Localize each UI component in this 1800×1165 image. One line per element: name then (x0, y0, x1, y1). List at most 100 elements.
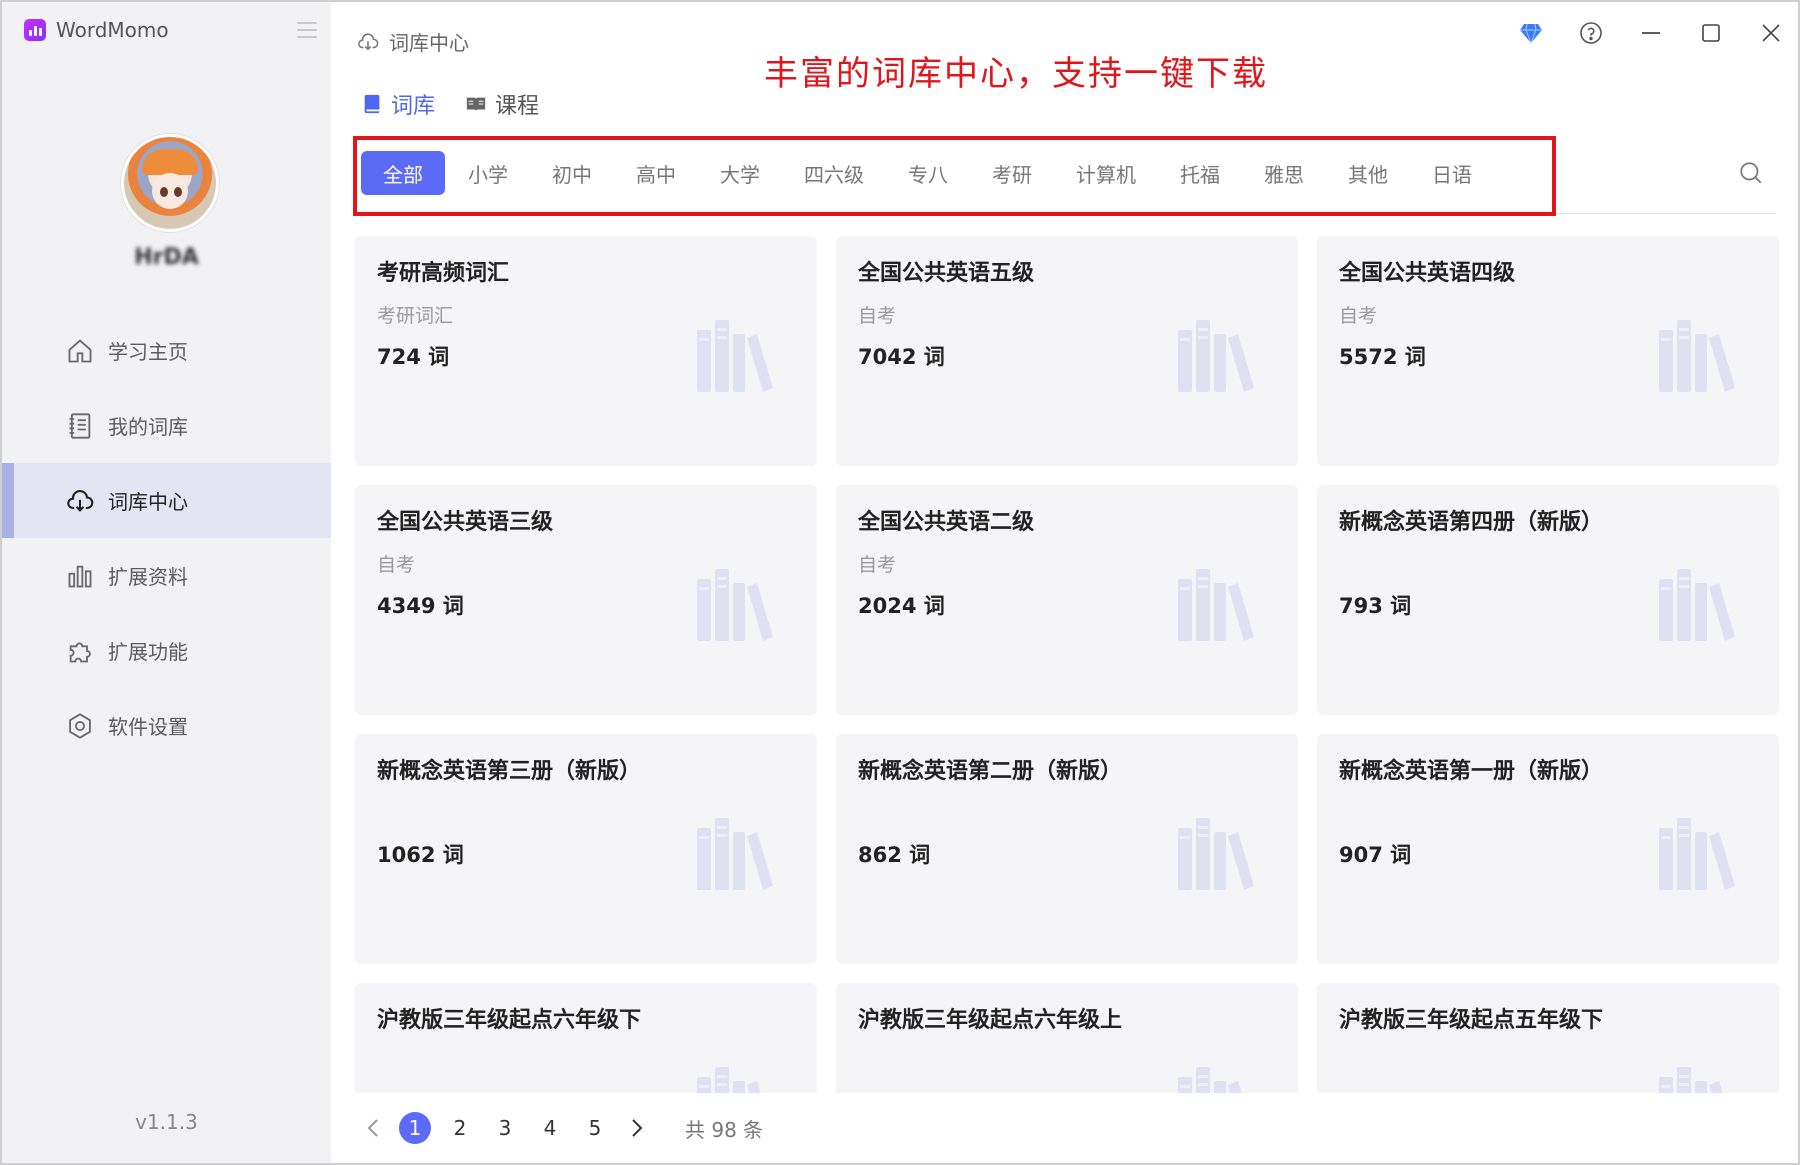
wordbook-card[interactable]: 沪教版三年级起点六年级上 (836, 983, 1298, 1093)
books-icon (695, 814, 775, 894)
filter-chip[interactable]: 雅思 (1242, 151, 1326, 195)
wordbook-title: 新概念英语第三册（新版） (377, 759, 642, 784)
filter-chip[interactable]: 全部 (361, 151, 445, 195)
wordbook-title: 新概念英语第二册（新版） (858, 759, 1123, 784)
filter-chip[interactable]: 高中 (614, 151, 698, 195)
pagination: 12345 共 98 条 (361, 1112, 763, 1144)
next-page-icon[interactable] (625, 1116, 649, 1140)
divider (1556, 213, 1776, 214)
books-icon (695, 316, 775, 396)
wordbook-card[interactable]: 全国公共英语二级 自考 2024 词 (836, 485, 1298, 715)
close-icon[interactable] (1758, 20, 1784, 46)
sidebar-item-label: 学习主页 (108, 340, 188, 364)
wordbook-card[interactable]: 沪教版三年级起点五年级下 (1317, 983, 1779, 1093)
page-number[interactable]: 4 (534, 1112, 566, 1144)
wordbook-title: 沪教版三年级起点六年级上 (858, 1008, 1123, 1033)
sidebar-item-label: 软件设置 (108, 715, 188, 739)
filter-chip[interactable]: 专八 (886, 151, 970, 195)
books-icon (1657, 814, 1737, 894)
wordbook-card[interactable]: 全国公共英语三级 自考 4349 词 (355, 485, 817, 715)
books-icon (1176, 1063, 1256, 1093)
bar-chart-icon (68, 565, 92, 587)
username: HrDA (134, 245, 199, 270)
brand: WordMomo (24, 18, 169, 42)
sidebar-item-label: 我的词库 (108, 415, 188, 439)
wordbook-card[interactable]: 沪教版三年级起点六年级下 (355, 983, 817, 1093)
wordbook-card-list: 考研高频词汇 考研词汇 724 词全国公共英语五级 自考 7042 词全国公共英语四级自… (355, 236, 1779, 1093)
tab-courses[interactable]: 课程 (465, 88, 539, 120)
sidebar-item-settings[interactable]: 软件设置 (2, 688, 331, 763)
app-name: WordMomo (56, 18, 169, 42)
page-number[interactable]: 3 (489, 1112, 521, 1144)
cloud-download-icon (67, 489, 94, 512)
sidebar: WordMomo HrDA 学习主页 我的词库 词库中心 扩展资料 扩展功能 软… (2, 2, 331, 1163)
puzzle-icon (69, 642, 91, 662)
pagination-total: 共 98 条 (685, 1117, 764, 1142)
wordbook-card[interactable]: 全国公共英语五级 自考 7042 词 (836, 236, 1298, 466)
wordbook-title: 新概念英语第一册（新版） (1339, 759, 1604, 784)
books-icon (1657, 1063, 1737, 1093)
filter-chip[interactable]: 小学 (446, 151, 530, 195)
notebook-icon (69, 412, 91, 439)
search-icon[interactable] (1738, 160, 1764, 186)
help-icon[interactable] (1578, 20, 1604, 46)
filter-chip[interactable]: 四六级 (782, 151, 886, 195)
wordbook-title: 沪教版三年级起点五年级下 (1339, 1008, 1604, 1033)
books-icon (1176, 565, 1256, 645)
sidebar-item-wordbook-center[interactable]: 词库中心 (2, 463, 331, 538)
filter-chip[interactable]: 计算机 (1054, 151, 1158, 195)
menu-toggle-icon[interactable] (297, 22, 317, 38)
maximize-icon[interactable] (1698, 20, 1724, 46)
wordbook-card[interactable]: 新概念英语第一册（新版） 907 词 (1317, 734, 1779, 964)
filter-chip[interactable]: 托福 (1158, 151, 1242, 195)
books-icon (1176, 814, 1256, 894)
minimize-icon[interactable] (1638, 20, 1664, 46)
books-icon (695, 1063, 775, 1093)
sidebar-item-home[interactable]: 学习主页 (2, 313, 331, 388)
wordbook-title: 全国公共英语五级 (858, 261, 1035, 286)
tab-label: 课程 (495, 94, 540, 119)
wordbook-card[interactable]: 新概念英语第二册（新版） 862 词 (836, 734, 1298, 964)
wordbook-title: 全国公共英语三级 (377, 510, 554, 535)
page-numbers: 12345 (399, 1112, 611, 1144)
wordbook-title: 沪教版三年级起点六年级下 (377, 1008, 642, 1033)
prev-page-icon[interactable] (361, 1116, 385, 1140)
main-content: 词库中心 丰富的词库中心，支持一键下载 词库 课程 全部 小学 初中 高中 大学… (331, 2, 1798, 1163)
filter-chip[interactable]: 初中 (530, 151, 614, 195)
books-icon (1176, 316, 1256, 396)
open-book-icon (466, 97, 486, 112)
page-number[interactable]: 5 (579, 1112, 611, 1144)
app-logo-icon (24, 19, 46, 41)
wordbook-title: 新概念英语第四册（新版） (1339, 510, 1604, 535)
tab-wordbooks[interactable]: 词库 (361, 88, 435, 120)
cloud-download-icon (358, 32, 379, 50)
books-icon (1657, 565, 1737, 645)
breadcrumb: 词库中心 (357, 27, 469, 56)
settings-icon (69, 712, 91, 739)
book-icon (364, 94, 380, 114)
wordbook-title: 全国公共英语四级 (1339, 261, 1516, 286)
content-tabs: 词库 课程 (361, 88, 539, 120)
wordbook-card[interactable]: 新概念英语第四册（新版） 793 词 (1317, 485, 1779, 715)
app-version: v1.1.3 (135, 1110, 198, 1134)
wordbook-card[interactable]: 全国公共英语四级 自考 5572 词 (1317, 236, 1779, 466)
page-number[interactable]: 2 (444, 1112, 476, 1144)
wordbook-card[interactable]: 新概念英语第三册（新版） 1062 词 (355, 734, 817, 964)
filter-chip[interactable]: 其他 (1326, 151, 1410, 195)
avatar[interactable] (121, 134, 219, 232)
filter-chip[interactable]: 日语 (1410, 151, 1494, 195)
page-number[interactable]: 1 (399, 1112, 431, 1144)
filter-chip[interactable]: 考研 (970, 151, 1054, 195)
sidebar-item-label: 词库中心 (108, 490, 188, 514)
sidebar-item-extensions[interactable]: 扩展功能 (2, 613, 331, 688)
wordbook-grid: 考研高频词汇 考研词汇 724 词全国公共英语五级 自考 7042 词全国公共英语四级自… (355, 236, 1779, 1093)
window-controls (1518, 20, 1784, 46)
sidebar-nav: 学习主页 我的词库 词库中心 扩展资料 扩展功能 软件设置 (2, 313, 331, 763)
sidebar-item-my-wordbooks[interactable]: 我的词库 (2, 388, 331, 463)
sidebar-item-extra-materials[interactable]: 扩展资料 (2, 538, 331, 613)
wordbook-card[interactable]: 考研高频词汇 考研词汇 724 词 (355, 236, 817, 466)
filter-chip[interactable]: 大学 (698, 151, 782, 195)
vip-diamond-icon[interactable] (1518, 20, 1544, 46)
sidebar-item-label: 扩展资料 (108, 565, 188, 589)
books-icon (1657, 316, 1737, 396)
